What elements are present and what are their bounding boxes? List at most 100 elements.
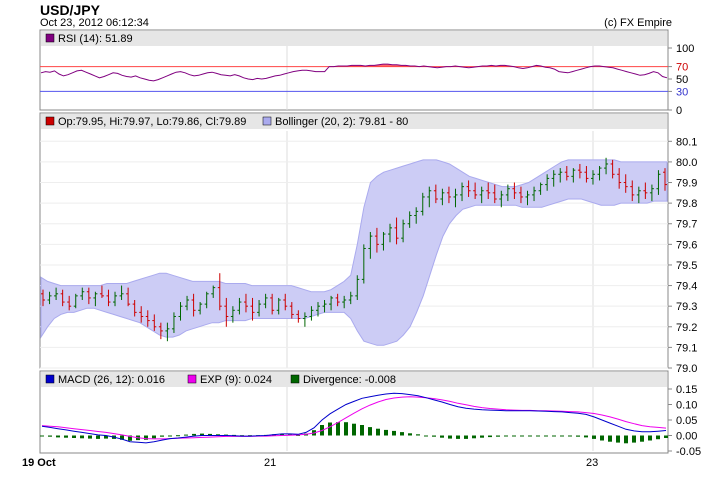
divergence-bar <box>96 435 100 439</box>
rsi-legend-swatch <box>45 33 55 43</box>
divergence-bar <box>56 435 60 438</box>
divergence-bar <box>352 423 356 436</box>
divergence-bar <box>368 427 372 436</box>
x-axis: 19 Oct 21 23 <box>22 457 598 469</box>
y-tick-label: 79.5 <box>676 260 697 272</box>
divergence-bar <box>392 430 396 436</box>
divergence-bar <box>552 435 556 437</box>
x-tick-label: 21 <box>264 457 276 469</box>
y-tick-label: 30 <box>676 86 688 98</box>
y-tick-label: 79.2 <box>676 322 697 334</box>
divergence-bar <box>576 435 580 437</box>
chart-canvas: RSI (14): 51.89 100 705030 0 Op:79.95, Hi:… <box>22 29 701 469</box>
divergence-legend-swatch <box>290 374 300 384</box>
divergence-bar <box>416 434 420 436</box>
divergence-legend: Divergence: -0.008 <box>303 374 396 386</box>
divergence-bar <box>512 435 516 437</box>
rsi-panel: RSI (14): 51.89 100 705030 0 <box>39 29 694 117</box>
y-tick-label: 79.6 <box>676 239 697 251</box>
price-panel: Op:79.95, Hi:79.97, Lo:79.86, Cl:79.89 B… <box>39 112 697 375</box>
divergence-bar <box>456 435 460 439</box>
macd-legend: MACD (26, 12): 0.016 <box>58 374 165 386</box>
y-tick-label: 50 <box>676 74 688 86</box>
y-tick-label: 70 <box>676 62 688 74</box>
divergence-bar <box>584 435 588 438</box>
y-tick-label: 0 <box>676 105 682 117</box>
y-tick-label: 79.4 <box>676 281 697 293</box>
divergence-bar <box>384 429 388 436</box>
divergence-bar <box>488 435 492 438</box>
divergence-bar <box>88 435 92 439</box>
bollinger-legend: Bollinger (20, 2): 79.81 - 80 <box>275 116 408 128</box>
divergence-bar <box>656 435 660 440</box>
exp-legend: EXP (9): 0.024 <box>200 374 272 386</box>
bollinger-legend-swatch <box>262 116 272 126</box>
divergence-bar <box>144 435 148 440</box>
divergence-bar <box>48 435 52 437</box>
divergence-bar <box>336 422 340 436</box>
divergence-bar <box>160 435 164 437</box>
divergence-bar <box>664 435 668 438</box>
rsi-legend: RSI (14): 51.89 <box>58 33 133 45</box>
y-tick-label: 79.8 <box>676 198 697 210</box>
y-tick-label: 79.7 <box>676 219 697 231</box>
y-tick-label: 79.1 <box>676 342 697 354</box>
divergence-bar <box>520 435 524 437</box>
divergence-bar <box>560 435 564 437</box>
y-tick-label: 0.00 <box>676 431 697 443</box>
exp-legend-swatch <box>187 374 197 384</box>
ohlc-legend: Op:79.95, Hi:79.97, Lo:79.86, Cl:79.89 <box>58 116 246 128</box>
divergence-bar <box>480 435 484 438</box>
divergence-bar <box>464 435 468 439</box>
divergence-bar <box>640 435 644 442</box>
y-tick-label: 79.3 <box>676 301 697 313</box>
divergence-bar <box>168 435 172 437</box>
divergence-bar <box>432 435 436 437</box>
divergence-bar <box>528 435 532 437</box>
divergence-bar <box>400 432 404 436</box>
divergence-bar <box>624 435 628 444</box>
y-tick-label: 80.1 <box>676 136 697 148</box>
divergence-bar <box>448 435 452 439</box>
x-tick-label: 19 Oct <box>22 457 56 469</box>
divergence-bar <box>40 435 44 437</box>
divergence-bar <box>536 435 540 437</box>
divergence-bar <box>424 435 428 437</box>
divergence-bar <box>600 435 604 441</box>
divergence-bar <box>184 434 188 436</box>
divergence-bar <box>568 435 572 437</box>
y-tick-label: 0.15 <box>676 384 697 396</box>
divergence-bar <box>80 435 84 439</box>
y-tick-label: 0.10 <box>676 400 697 412</box>
macd-legend-swatch <box>45 374 55 384</box>
divergence-bar <box>544 435 548 437</box>
divergence-bar <box>496 435 500 437</box>
divergence-bar <box>360 425 364 436</box>
divergence-bar <box>176 435 180 437</box>
divergence-bar <box>504 435 508 437</box>
divergence-bar <box>408 433 412 436</box>
y-tick-label: 0.05 <box>676 415 697 427</box>
divergence-bar <box>328 422 332 436</box>
ohlc-legend-swatch <box>45 116 55 126</box>
y-tick-label: -0.05 <box>676 446 701 458</box>
divergence-bar <box>344 422 348 436</box>
y-tick-label: 100 <box>676 43 694 55</box>
divergence-bar <box>616 435 620 443</box>
divergence-bar <box>608 435 612 442</box>
divergence-bar <box>152 435 156 439</box>
divergence-bar <box>72 435 76 438</box>
divergence-bar <box>592 435 596 439</box>
y-tick-label: 79.0 <box>676 363 697 375</box>
divergence-bar <box>64 435 68 438</box>
divergence-bar <box>192 433 196 436</box>
y-tick-label: 80.0 <box>676 157 697 169</box>
divergence-bar <box>472 435 476 439</box>
y-tick-label: 79.9 <box>676 178 697 190</box>
x-tick-label: 23 <box>586 457 598 469</box>
divergence-bar <box>648 435 652 441</box>
divergence-bar <box>632 435 636 443</box>
divergence-bar <box>440 435 444 438</box>
divergence-bar <box>376 428 380 436</box>
macd-panel: MACD (26, 12): 0.016 EXP (9): 0.024 Dive… <box>39 370 701 458</box>
